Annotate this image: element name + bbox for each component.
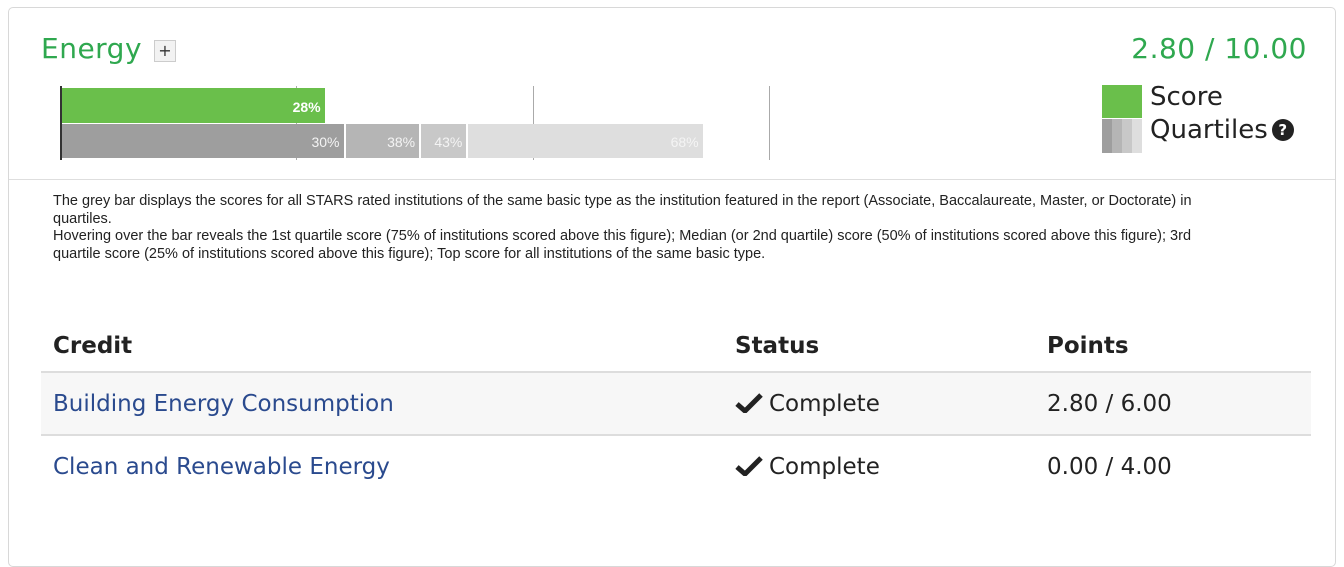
points-cell: 0.00 / 4.00 xyxy=(1035,434,1311,497)
checkmark-icon xyxy=(735,455,763,476)
credit-link[interactable]: Building Energy Consumption xyxy=(53,391,394,417)
quartile-bar-1[interactable]: 30% xyxy=(62,124,344,158)
quartile-bar-3[interactable]: 43% xyxy=(421,124,467,158)
status-text: Complete xyxy=(769,453,880,480)
status-text: Complete xyxy=(769,390,880,417)
description-line-1: The grey bar displays the scores for all… xyxy=(53,193,1192,227)
quartiles-swatch xyxy=(1102,119,1142,153)
legend-score-label: Score xyxy=(1150,82,1223,112)
table-header-row: Credit Status Points xyxy=(41,321,1311,372)
legend-quartiles-label: Quartiles? xyxy=(1150,115,1294,145)
credit-cell: Clean and Renewable Energy xyxy=(41,434,723,497)
quartile-bar-label: 68% xyxy=(670,134,699,150)
header-credit: Credit xyxy=(53,333,133,359)
score-bar-label: 28% xyxy=(292,99,321,115)
legend-quartiles-text: Quartiles xyxy=(1150,115,1268,145)
score-quartile-chart[interactable]: 28% 30% 38% 43% 68% xyxy=(60,86,1005,160)
question-circle-icon[interactable]: ? xyxy=(1271,119,1294,141)
panel-header: Energy + 2.80 / 10.00 28% 30% 38% 43% 68% Sc… xyxy=(9,8,1335,180)
energy-panel: Energy + 2.80 / 10.00 28% 30% 38% 43% 68% Sc… xyxy=(8,7,1336,567)
status-cell: Complete xyxy=(723,371,1035,435)
total-score: 2.80 / 10.00 xyxy=(1131,32,1307,65)
section-title: Energy xyxy=(41,32,143,65)
quartile-bar-4[interactable]: 68% xyxy=(468,124,703,158)
chart-gridline xyxy=(768,86,770,160)
header-points: Points xyxy=(1047,333,1129,359)
quartile-bar-label: 30% xyxy=(311,134,340,150)
chart-description: The grey bar displays the scores for all… xyxy=(53,193,1233,263)
expand-button[interactable]: + xyxy=(154,40,176,62)
description-line-2: Hovering over the bar reveals the 1st qu… xyxy=(53,228,1192,262)
points-cell: 2.80 / 6.00 xyxy=(1035,371,1311,435)
quartile-bar-label: 38% xyxy=(387,134,416,150)
credit-cell: Building Energy Consumption xyxy=(41,371,723,435)
credit-link[interactable]: Clean and Renewable Energy xyxy=(53,454,390,480)
quartile-bar-2[interactable]: 38% xyxy=(345,124,420,158)
table-row: Clean and Renewable Energy Complete 0.00… xyxy=(41,434,1311,497)
status-cell: Complete xyxy=(723,434,1035,497)
score-swatch xyxy=(1102,85,1142,118)
header-status: Status xyxy=(735,333,820,359)
credits-table: Credit Status Points Building Energy Con… xyxy=(41,321,1311,497)
table-row: Building Energy Consumption Complete 2.8… xyxy=(41,371,1311,435)
checkmark-icon xyxy=(735,392,763,413)
score-bar[interactable]: 28% xyxy=(62,88,325,123)
quartile-bar-label: 43% xyxy=(434,134,463,150)
